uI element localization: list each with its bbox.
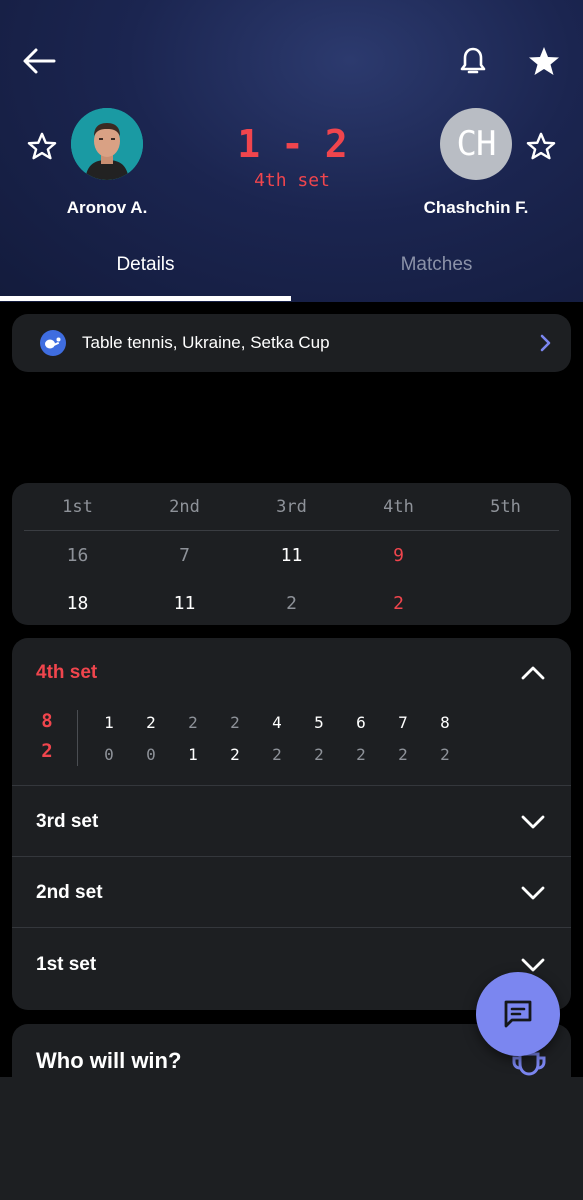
star-outline-icon xyxy=(526,132,556,160)
point-cell: 2 xyxy=(356,745,366,764)
score-cell: 11 xyxy=(173,593,196,614)
point-cell: 0 xyxy=(146,745,156,764)
score-cell: 16 xyxy=(66,545,89,566)
tab-details[interactable]: Details xyxy=(0,254,291,276)
match-header: Aronov A. 1 - 2 4th set CH Chashchin F. … xyxy=(0,0,583,302)
points-progress-player-right: 0 0 1 2 2 2 2 2 2 xyxy=(88,745,466,764)
point-cell: 8 xyxy=(440,713,450,732)
set-column-header: 3rd xyxy=(276,497,307,517)
point-cell: 2 xyxy=(440,745,450,764)
set-column-header: 4th xyxy=(383,497,414,517)
set-divider xyxy=(12,785,571,786)
set-title: 4th set xyxy=(36,662,98,683)
set-title: 2nd set xyxy=(36,882,103,903)
set-column-header: 1st xyxy=(62,497,93,517)
league-link[interactable]: Table tennis, Ukraine, Setka Cup xyxy=(12,314,571,372)
player-photo xyxy=(71,108,143,180)
score-cell xyxy=(452,545,559,566)
chat-icon xyxy=(504,1000,532,1028)
point-cell: 4 xyxy=(272,713,282,732)
chevron-up-icon xyxy=(521,666,545,680)
match-page: Aronov A. 1 - 2 4th set CH Chashchin F. … xyxy=(0,0,583,1200)
score-row-player-right: 18 11 2 2 xyxy=(24,593,559,614)
score-cell: 2 xyxy=(393,593,404,614)
star-outline-icon xyxy=(27,132,57,160)
set-score-table: 1st 2nd 3rd 4th 5th 16 7 11 9 18 11 2 2 xyxy=(12,483,571,625)
score-cell xyxy=(452,593,559,614)
player-left-name[interactable]: Aronov A. xyxy=(47,198,167,218)
league-label: Table tennis, Ukraine, Setka Cup xyxy=(82,333,330,352)
set-column-header: 5th xyxy=(490,497,521,517)
score-cell: 7 xyxy=(179,545,190,566)
favorite-player-left-button[interactable] xyxy=(22,126,62,166)
match-score: 1 - 2 xyxy=(237,122,347,166)
notifications-button[interactable] xyxy=(452,40,494,82)
score-cell: 11 xyxy=(280,545,303,566)
set-title: 1st set xyxy=(36,954,97,975)
score-cell: 2 xyxy=(286,593,297,614)
set-header-4th[interactable]: 4th set xyxy=(12,638,571,708)
point-cell: 5 xyxy=(314,713,324,732)
point-cell: 2 xyxy=(398,745,408,764)
prediction-title: Who will win? xyxy=(36,1048,182,1073)
chevron-right-icon xyxy=(540,334,551,352)
bell-icon xyxy=(460,47,486,74)
avatar-player-left[interactable] xyxy=(71,108,143,180)
player-right-name[interactable]: Chashchin F. xyxy=(410,198,542,218)
table-divider xyxy=(24,530,559,531)
score-cell: 9 xyxy=(393,545,404,566)
point-cell: 1 xyxy=(104,713,114,732)
point-cell: 2 xyxy=(230,745,240,764)
chevron-down-icon xyxy=(521,886,545,900)
active-tab-indicator xyxy=(0,296,291,301)
set-total-player-left: 8 xyxy=(41,710,53,732)
avatar-player-right[interactable]: CH xyxy=(440,108,512,180)
set-divider xyxy=(12,927,571,928)
star-filled-icon xyxy=(529,47,559,75)
point-cell: 6 xyxy=(356,713,366,732)
sets-accordion: 4th set 3rd set 2nd set 1st set xyxy=(12,638,571,1010)
point-cell: 2 xyxy=(146,713,156,732)
set-score-header: 1st 2nd 3rd 4th 5th xyxy=(24,497,559,517)
score-cell: 18 xyxy=(66,593,89,614)
point-cell: 2 xyxy=(188,713,198,732)
set-column-header: 2nd xyxy=(169,497,200,517)
points-separator xyxy=(77,710,78,766)
back-button[interactable] xyxy=(18,40,60,82)
back-arrow-icon xyxy=(23,48,56,74)
set-total-player-right: 2 xyxy=(41,740,53,762)
points-progress-player-left: 1 2 2 2 4 5 6 7 8 xyxy=(88,713,466,732)
set-header-2nd[interactable]: 2nd set xyxy=(12,858,571,928)
point-cell: 2 xyxy=(314,745,324,764)
point-cell: 0 xyxy=(104,745,114,764)
favorite-match-button[interactable] xyxy=(522,40,566,82)
favorite-player-right-button[interactable] xyxy=(520,126,562,166)
chat-button[interactable] xyxy=(476,972,560,1056)
tab-matches[interactable]: Matches xyxy=(291,254,582,276)
point-cell: 2 xyxy=(230,713,240,732)
point-cell: 7 xyxy=(398,713,408,732)
prediction-card-body xyxy=(0,1077,583,1200)
chevron-down-icon xyxy=(521,815,545,829)
set-header-3rd[interactable]: 3rd set xyxy=(12,787,571,857)
score-row-player-left: 16 7 11 9 xyxy=(24,545,559,566)
current-set-label: 4th set xyxy=(254,170,330,191)
set-divider xyxy=(12,856,571,857)
set-title: 3rd set xyxy=(36,811,99,832)
point-cell: 2 xyxy=(272,745,282,764)
table-tennis-icon xyxy=(40,330,66,356)
point-cell: 1 xyxy=(188,745,198,764)
